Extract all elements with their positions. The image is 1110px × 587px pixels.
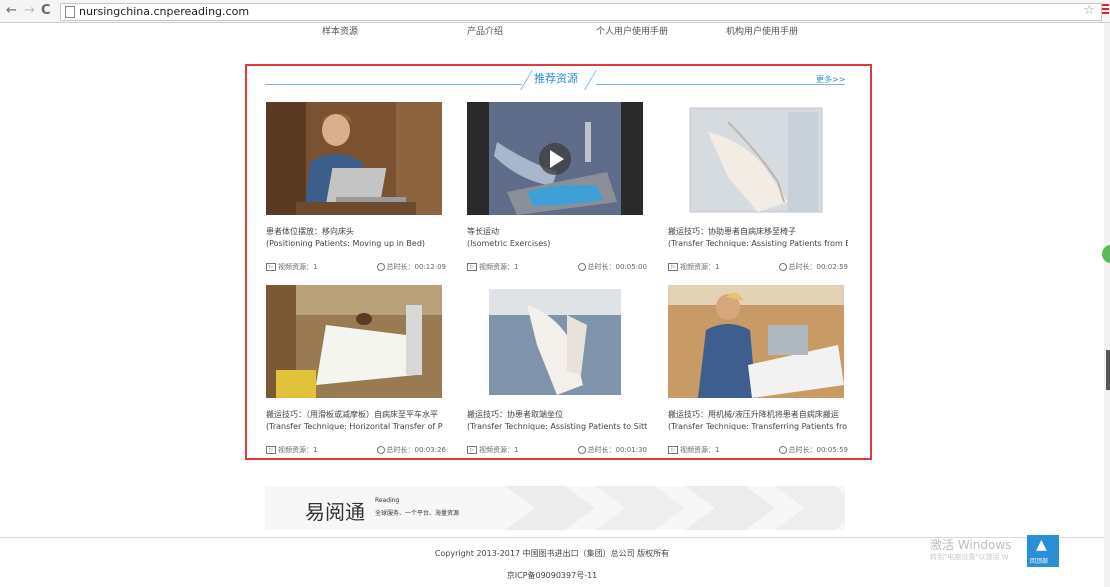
scrollbar-thumb[interactable] xyxy=(1106,350,1110,390)
video-icon: ▷ xyxy=(266,263,276,271)
clock-icon xyxy=(577,446,586,454)
card-title-en[interactable]: (Transfer Technique: Horizontal Transfer… xyxy=(266,422,446,431)
page-icon xyxy=(65,6,75,18)
back-to-top-label: 回顶部 xyxy=(1030,558,1049,565)
back-to-top-button[interactable]: ▲ 回顶部 xyxy=(1027,535,1059,567)
duration: 总时长：00:01:30 xyxy=(577,445,647,455)
video-thumbnail[interactable] xyxy=(266,285,442,398)
video-count: ▷ 视频资源：1 xyxy=(467,262,518,272)
promo-banner[interactable]: 易阅通 Reading 全球服务、一个平台、海量资源 xyxy=(265,486,845,530)
card-title-en[interactable]: (Positioning Patients: Moving up in Bed) xyxy=(266,239,446,248)
duration: 总时长：00:05:59 xyxy=(778,445,848,455)
url-text: nursingchina.cnpereading.com xyxy=(79,5,250,18)
scrollbar[interactable] xyxy=(1104,23,1110,587)
video-thumbnail[interactable] xyxy=(467,285,643,398)
video-thumbnail[interactable] xyxy=(467,102,643,215)
reload-icon[interactable]: C xyxy=(41,3,51,19)
duration: 总时长：00:02:59 xyxy=(778,262,848,272)
video-icon: ▷ xyxy=(266,446,276,454)
forward-arrow-icon[interactable]: → xyxy=(24,3,35,19)
video-icon: ▷ xyxy=(467,263,477,271)
clock-icon xyxy=(376,263,385,271)
browser-toolbar: ← → C nursingchina.cnpereading.com ☆ xyxy=(0,0,1110,23)
video-thumbnail[interactable] xyxy=(266,102,442,215)
clock-icon xyxy=(577,263,586,271)
bookmark-star-icon[interactable]: ☆ xyxy=(1083,3,1095,18)
back-arrow-icon[interactable]: ← xyxy=(6,3,17,19)
card-title-en[interactable]: (Transfer Technique: Transferring Patien… xyxy=(668,422,848,431)
video-count: ▷ 视频资源：1 xyxy=(668,445,719,455)
card-title-en[interactable]: (Isometric Exercises) xyxy=(467,239,647,248)
nav-personal-manual[interactable]: 个人用户使用手册 xyxy=(596,24,668,37)
card-title-cn[interactable]: 等长运动 xyxy=(467,226,647,237)
video-icon: ▷ xyxy=(668,263,678,271)
video-icon: ▷ xyxy=(467,446,477,454)
video-count: ▷ 视频资源：1 xyxy=(467,445,518,455)
video-count: ▷ 视频资源：1 xyxy=(668,262,719,272)
nav-sample-resources[interactable]: 样本资源 xyxy=(322,24,358,37)
nav-product-intro[interactable]: 产品介绍 xyxy=(467,24,503,37)
video-thumbnail[interactable] xyxy=(668,102,844,215)
windows-activation-hint: 转到"电脑设置"以激活 W xyxy=(930,553,1009,561)
card-title-cn[interactable]: 搬运技巧：协患者取端坐位 xyxy=(467,409,647,420)
card-title-en[interactable]: (Transfer Technique: Assisting Patients … xyxy=(668,239,848,248)
card-title-cn[interactable]: 搬运技巧：协助患者自病床移至椅子 xyxy=(668,226,848,237)
clock-icon xyxy=(376,446,385,454)
video-count: ▷ 视频资源：1 xyxy=(266,445,317,455)
duration: 总时长：00:12:09 xyxy=(376,262,446,272)
card-title-cn[interactable]: 搬运技巧：（用滑板或减摩板）自病床至平车水平 xyxy=(266,409,446,420)
icp-text: 京ICP备09090397号-11 xyxy=(506,571,598,580)
windows-activation-title: 激活 Windows xyxy=(930,538,1012,552)
card-title-cn[interactable]: 搬运技巧：用机械/液压升降机将患者自病床搬运 xyxy=(668,409,848,420)
card-title-en[interactable]: (Transfer Technique: Assisting Patients … xyxy=(467,422,647,431)
duration: 总时长：00:05:00 xyxy=(577,262,647,272)
banner-subtitle-en: Reading xyxy=(375,497,400,504)
video-thumbnail[interactable] xyxy=(668,285,844,398)
duration: 总时长：00:03:26 xyxy=(376,445,446,455)
video-count: ▷ 视频资源：1 xyxy=(266,262,317,272)
menu-icon[interactable] xyxy=(1102,4,1109,14)
address-bar[interactable]: nursingchina.cnpereading.com ☆ xyxy=(60,3,1102,21)
up-arrow-icon: ▲ xyxy=(1036,537,1047,553)
nav-institution-manual[interactable]: 机构用户使用手册 xyxy=(726,24,798,37)
video-icon: ▷ xyxy=(668,446,678,454)
panel-title: 推荐资源 xyxy=(534,72,578,85)
card-title-cn[interactable]: 患者体位摆放：移向床头 xyxy=(266,226,446,237)
more-link[interactable]: 更多>> xyxy=(816,74,845,85)
banner-logo: 易阅通 xyxy=(305,500,365,524)
clock-icon xyxy=(778,446,787,454)
clock-icon xyxy=(778,263,787,271)
banner-slogan: 全球服务、一个平台、海量资源 xyxy=(375,510,460,517)
